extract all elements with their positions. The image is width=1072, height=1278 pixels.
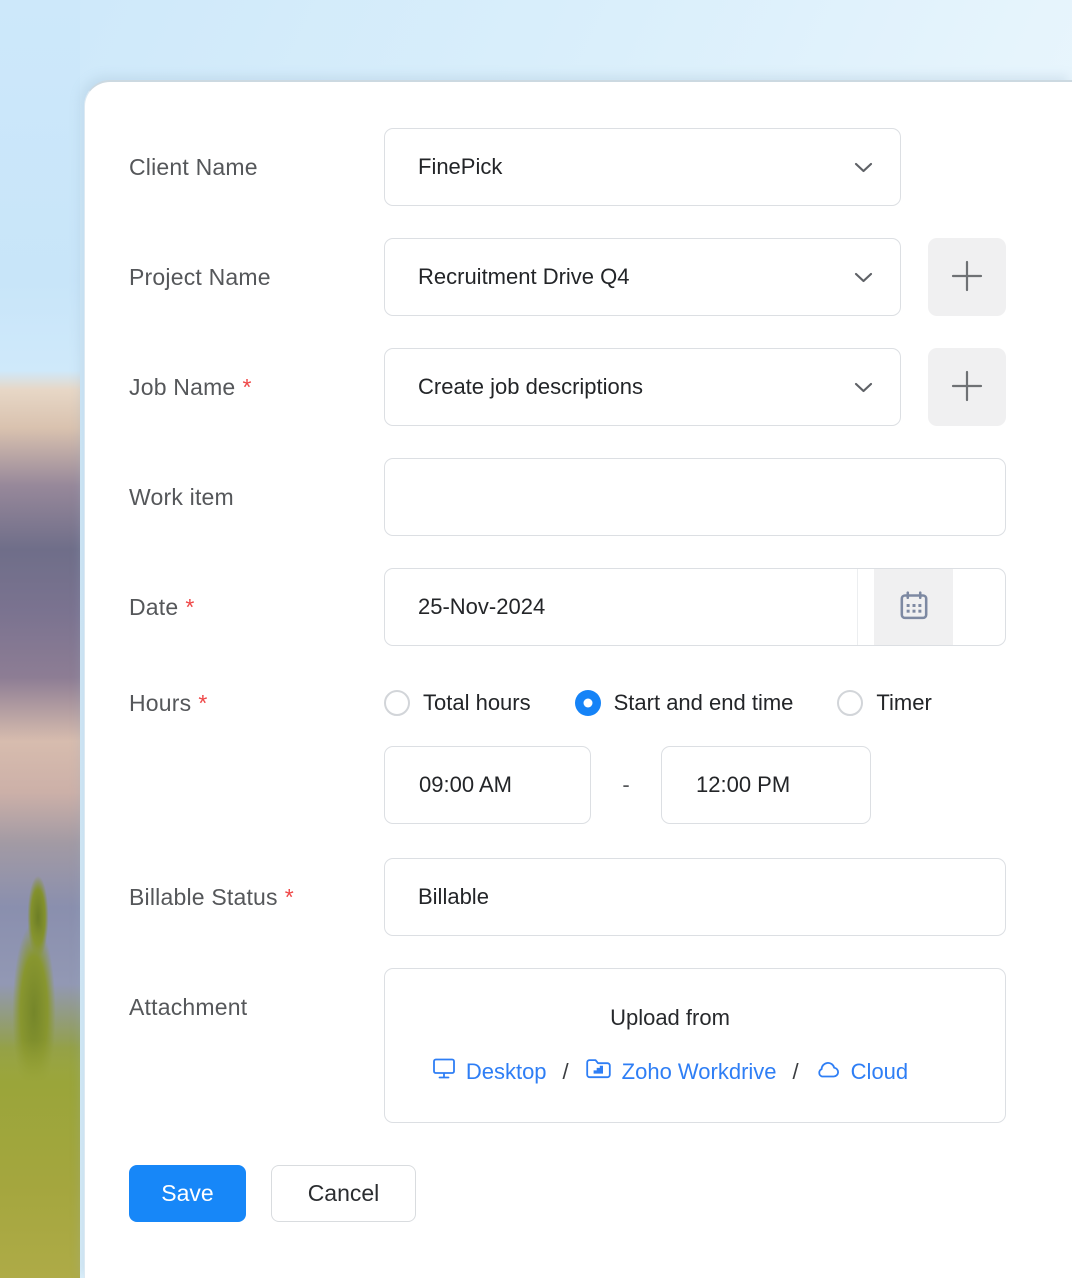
work-item-row: Work item (129, 458, 1072, 536)
date-label: Date * (129, 568, 384, 646)
calendar-picker-button[interactable] (874, 569, 953, 645)
client-name-label-text: Client Name (129, 154, 258, 181)
required-asterisk: * (185, 594, 194, 621)
form-actions: Save Cancel (129, 1165, 1072, 1222)
job-name-label: Job Name * (129, 348, 384, 426)
hours-label-text: Hours (129, 690, 191, 717)
radio-total-hours[interactable]: Total hours (384, 690, 531, 716)
client-name-value: FinePick (418, 154, 502, 180)
source-separator: / (563, 1059, 569, 1085)
date-label-text: Date (129, 594, 178, 621)
billable-status-row: Billable Status * Billable (129, 858, 1072, 936)
end-time-input[interactable]: 12:00 PM (661, 746, 871, 824)
chevron-down-icon (854, 162, 873, 173)
calendar-icon (897, 589, 931, 626)
time-range-separator: - (591, 772, 661, 798)
work-item-label: Work item (129, 458, 384, 536)
project-name-label: Project Name (129, 238, 384, 316)
cancel-button[interactable]: Cancel (271, 1165, 416, 1222)
radio-timer-label: Timer (876, 690, 931, 716)
client-name-row: Client Name FinePick (129, 128, 1072, 206)
desktop-icon (432, 1057, 456, 1086)
project-name-value: Recruitment Drive Q4 (418, 264, 630, 290)
work-item-label-text: Work item (129, 484, 234, 511)
add-project-button[interactable] (928, 238, 1006, 316)
hours-row: Hours * Total hours Start and end time (129, 688, 1072, 824)
billable-status-label: Billable Status * (129, 858, 384, 936)
upload-workdrive-link[interactable]: Zoho Workdrive (585, 1057, 777, 1086)
source-separator: / (793, 1059, 799, 1085)
upload-workdrive-label: Zoho Workdrive (622, 1059, 777, 1085)
hours-options: Total hours Start and end time Timer 09:… (384, 688, 932, 824)
date-value: 25-Nov-2024 (418, 594, 545, 620)
client-name-label: Client Name (129, 128, 384, 206)
radio-button-icon[interactable] (384, 690, 410, 716)
chevron-down-icon (854, 272, 873, 283)
radio-start-end-time-label: Start and end time (614, 690, 794, 716)
upload-desktop-label: Desktop (466, 1059, 547, 1085)
radio-button-icon[interactable] (575, 690, 601, 716)
date-row: Date * 25-Nov-2024 (129, 568, 1072, 646)
client-name-select[interactable]: FinePick (384, 128, 901, 206)
workdrive-folder-icon (585, 1057, 612, 1086)
project-name-row: Project Name Recruitment Drive Q4 (129, 238, 1072, 316)
add-job-button[interactable] (928, 348, 1006, 426)
attachment-label-text: Attachment (129, 994, 247, 1021)
date-field: 25-Nov-2024 (384, 568, 1006, 646)
job-name-row: Job Name * Create job descriptions (129, 348, 1072, 426)
radio-timer[interactable]: Timer (837, 690, 931, 716)
billable-status-value: Billable (418, 884, 489, 910)
upload-sources: Desktop / Zoho Workdrive / (432, 1057, 908, 1086)
required-asterisk: * (285, 884, 294, 911)
billable-status-label-text: Billable Status (129, 884, 278, 911)
time-log-form-card: Client Name FinePick Project Name Recrui… (84, 80, 1072, 1278)
date-input[interactable]: 25-Nov-2024 (385, 569, 858, 645)
required-asterisk: * (198, 690, 207, 717)
work-item-input[interactable] (384, 458, 1006, 536)
plus-icon (949, 368, 985, 407)
desktop-wallpaper (0, 0, 80, 1278)
billable-status-select[interactable]: Billable (384, 858, 1006, 936)
plus-icon (949, 258, 985, 297)
date-field-spacer (858, 569, 874, 645)
cloud-icon (815, 1059, 841, 1085)
chevron-down-icon (854, 382, 873, 393)
time-range-row: 09:00 AM - 12:00 PM (384, 746, 932, 824)
job-name-label-text: Job Name (129, 374, 235, 401)
attachment-row: Attachment Upload from Desktop / (129, 968, 1072, 1123)
upload-from-title: Upload from (610, 1005, 730, 1031)
start-time-value: 09:00 AM (419, 772, 512, 798)
project-name-select[interactable]: Recruitment Drive Q4 (384, 238, 901, 316)
hours-radio-group: Total hours Start and end time Timer (384, 688, 932, 718)
radio-button-icon[interactable] (837, 690, 863, 716)
job-name-select[interactable]: Create job descriptions (384, 348, 901, 426)
attachment-dropzone: Upload from Desktop / (384, 968, 1006, 1123)
upload-desktop-link[interactable]: Desktop (432, 1057, 547, 1086)
radio-total-hours-label: Total hours (423, 690, 531, 716)
save-button[interactable]: Save (129, 1165, 246, 1222)
wallpaper-grass (0, 1040, 80, 1278)
project-name-label-text: Project Name (129, 264, 271, 291)
job-name-value: Create job descriptions (418, 374, 643, 400)
required-asterisk: * (242, 374, 251, 401)
radio-start-end-time[interactable]: Start and end time (575, 690, 794, 716)
start-time-input[interactable]: 09:00 AM (384, 746, 591, 824)
hours-label: Hours * (129, 688, 384, 718)
end-time-value: 12:00 PM (696, 772, 790, 798)
attachment-label: Attachment (129, 968, 384, 1046)
time-log-form: Client Name FinePick Project Name Recrui… (85, 82, 1072, 1222)
upload-cloud-label: Cloud (851, 1059, 908, 1085)
upload-cloud-link[interactable]: Cloud (815, 1059, 908, 1085)
